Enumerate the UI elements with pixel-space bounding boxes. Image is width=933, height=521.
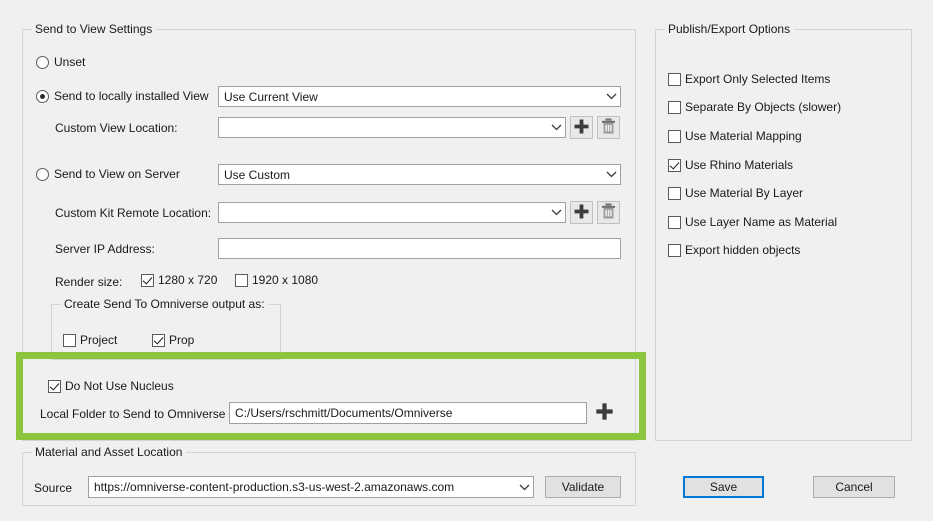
- create-output-as-group: Create Send To Omniverse output as:: [51, 297, 281, 360]
- checkbox-export-hidden-objects-indicator[interactable]: [668, 243, 681, 257]
- checkbox-use-material-by-layer-indicator[interactable]: [668, 186, 681, 200]
- checkbox-separate-by-objects-label: Separate By Objects (slower): [685, 100, 842, 114]
- radio-unset[interactable]: Unset: [36, 55, 85, 69]
- checkbox-do-not-use-nucleus[interactable]: Do Not Use Nucleus: [48, 379, 174, 393]
- delete-custom-kit-remote-location-button[interactable]: [597, 201, 620, 224]
- validate-button[interactable]: Validate: [545, 476, 621, 498]
- local-folder-input[interactable]: C:/Users/rschmitt/Documents/Omniverse: [229, 402, 587, 424]
- checkbox-separate-by-objects-indicator[interactable]: [668, 100, 681, 114]
- checkbox-use-rhino-materials-indicator[interactable]: [668, 158, 681, 172]
- trash-icon: [601, 203, 616, 222]
- chevron-down-icon[interactable]: [602, 87, 620, 106]
- add-custom-view-location-button[interactable]: [570, 116, 593, 139]
- plus-icon: [573, 203, 590, 223]
- server-view-combo-value: Use Custom: [224, 167, 291, 182]
- server-view-combo[interactable]: Use Custom: [218, 164, 621, 185]
- server-ip-address-input[interactable]: [218, 238, 621, 259]
- send-to-view-settings-title: Send to View Settings: [32, 22, 157, 36]
- checkbox-use-material-mapping-indicator[interactable]: [668, 129, 681, 143]
- checkbox-output-project[interactable]: Project: [63, 333, 117, 347]
- plus-icon: [595, 402, 614, 424]
- radio-send-to-view-on-server[interactable]: Send to View on Server: [36, 167, 180, 181]
- checkbox-output-prop-indicator[interactable]: [152, 333, 165, 347]
- checkbox-render-size-1920x1080-label: 1920 x 1080: [252, 273, 319, 287]
- checkbox-output-project-label: Project: [80, 333, 118, 347]
- checkbox-render-size-1920x1080[interactable]: 1920 x 1080: [235, 273, 318, 287]
- create-output-as-title: Create Send To Omniverse output as:: [61, 297, 269, 311]
- checkbox-export-hidden-objects[interactable]: Export hidden objects: [668, 243, 800, 257]
- checkbox-export-hidden-objects-label: Export hidden objects: [685, 243, 801, 257]
- delete-custom-view-location-button[interactable]: [597, 116, 620, 139]
- checkbox-separate-by-objects[interactable]: Separate By Objects (slower): [668, 100, 841, 114]
- add-custom-kit-remote-location-button[interactable]: [570, 201, 593, 224]
- checkbox-export-only-selected-items[interactable]: Export Only Selected Items: [668, 72, 830, 86]
- local-folder-label: Local Folder to Send to Omniverse: [40, 407, 226, 421]
- trash-icon: [601, 118, 616, 137]
- checkbox-render-size-1920x1080-indicator[interactable]: [235, 273, 248, 287]
- checkbox-use-layer-name-as-material-indicator[interactable]: [668, 215, 681, 229]
- checkbox-render-size-1280x720[interactable]: 1280 x 720: [141, 273, 217, 287]
- checkbox-export-only-selected-items-label: Export Only Selected Items: [685, 72, 831, 86]
- custom-view-location-label: Custom View Location:: [55, 121, 178, 135]
- render-size-label: Render size:: [55, 275, 123, 289]
- radio-send-to-locally-installed-view-label: Send to locally installed View: [54, 89, 209, 103]
- checkbox-use-material-mapping-label: Use Material Mapping: [685, 129, 802, 143]
- publish-export-options-title: Publish/Export Options: [665, 22, 795, 36]
- cancel-button-label: Cancel: [835, 480, 873, 494]
- chevron-down-icon[interactable]: [515, 477, 533, 497]
- checkbox-render-size-1280x720-indicator[interactable]: [141, 273, 154, 287]
- save-button[interactable]: Save: [683, 476, 764, 498]
- checkbox-output-prop-label: Prop: [169, 333, 195, 347]
- radio-send-to-view-on-server-label: Send to View on Server: [54, 167, 180, 181]
- plus-icon: [573, 118, 590, 138]
- save-button-label: Save: [709, 480, 738, 494]
- material-and-asset-location-title: Material and Asset Location: [32, 445, 187, 459]
- checkbox-do-not-use-nucleus-label: Do Not Use Nucleus: [65, 379, 174, 393]
- server-ip-address-label: Server IP Address:: [55, 242, 155, 256]
- checkbox-use-material-mapping[interactable]: Use Material Mapping: [668, 129, 802, 143]
- radio-unset-label: Unset: [54, 55, 86, 69]
- validate-button-label: Validate: [561, 480, 605, 494]
- radio-send-to-view-on-server-indicator[interactable]: [36, 167, 49, 181]
- source-combo-value: https://omniverse-content-production.s3-…: [94, 480, 455, 494]
- checkbox-use-layer-name-as-material-label: Use Layer Name as Material: [685, 215, 838, 229]
- checkbox-use-rhino-materials[interactable]: Use Rhino Materials: [668, 158, 793, 172]
- custom-view-location-combo[interactable]: [218, 117, 566, 138]
- view-combo[interactable]: Use Current View: [218, 86, 621, 107]
- source-combo[interactable]: https://omniverse-content-production.s3-…: [88, 476, 534, 498]
- checkbox-export-only-selected-items-indicator[interactable]: [668, 72, 681, 86]
- custom-kit-remote-location-label: Custom Kit Remote Location:: [55, 206, 212, 220]
- publish-export-options-group: Publish/Export Options: [655, 22, 912, 441]
- radio-send-to-locally-installed-view-indicator[interactable]: [36, 89, 49, 103]
- cancel-button[interactable]: Cancel: [813, 476, 895, 498]
- chevron-down-icon[interactable]: [547, 118, 565, 137]
- checkbox-output-prop[interactable]: Prop: [152, 333, 194, 347]
- checkbox-use-layer-name-as-material[interactable]: Use Layer Name as Material: [668, 215, 837, 229]
- checkbox-do-not-use-nucleus-indicator[interactable]: [48, 379, 61, 393]
- chevron-down-icon[interactable]: [602, 165, 620, 184]
- local-folder-value: C:/Users/rschmitt/Documents/Omniverse: [235, 406, 453, 420]
- checkbox-render-size-1280x720-label: 1280 x 720: [158, 273, 218, 287]
- checkbox-use-material-by-layer[interactable]: Use Material By Layer: [668, 186, 803, 200]
- chevron-down-icon[interactable]: [547, 203, 565, 222]
- browse-local-folder-button[interactable]: [592, 401, 616, 425]
- source-label: Source: [34, 481, 73, 495]
- checkbox-output-project-indicator[interactable]: [63, 333, 76, 347]
- view-combo-value: Use Current View: [224, 89, 318, 104]
- radio-send-to-locally-installed-view[interactable]: Send to locally installed View: [36, 89, 209, 103]
- custom-kit-remote-location-combo[interactable]: [218, 202, 566, 223]
- checkbox-use-material-by-layer-label: Use Material By Layer: [685, 186, 804, 200]
- radio-unset-indicator[interactable]: [36, 55, 49, 69]
- checkbox-use-rhino-materials-label: Use Rhino Materials: [685, 158, 794, 172]
